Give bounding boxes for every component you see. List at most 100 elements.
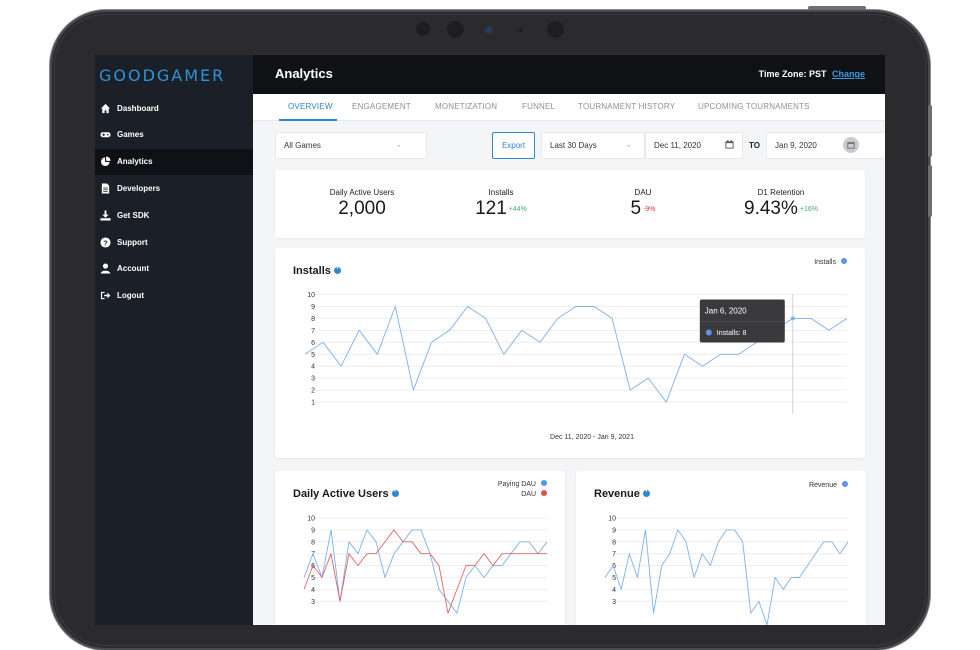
sidebar-item-dashboard[interactable]: Dashboard xyxy=(95,95,253,121)
y-tick-label: 7 xyxy=(311,328,315,335)
tab-upcoming-tournaments[interactable]: UPCOMING TOURNAMENTS xyxy=(698,102,810,111)
export-button[interactable]: Export xyxy=(492,132,535,159)
y-tick-label: 9 xyxy=(311,527,315,534)
kpi-label: Installs xyxy=(488,188,514,197)
calendar-icon[interactable] xyxy=(843,137,859,153)
y-tick-label: 3 xyxy=(612,599,616,606)
game-select-value: All Games xyxy=(284,141,321,150)
kpi-label: Daily Active Users xyxy=(329,188,395,197)
export-button-label: Export xyxy=(501,141,526,150)
y-tick-label: 5 xyxy=(311,352,315,359)
sidebar-item-get-sdk[interactable]: Get SDK xyxy=(95,202,253,228)
y-tick-label: 3 xyxy=(311,376,315,383)
sidebar-item-label: Account xyxy=(117,264,149,274)
y-tick-label: 10 xyxy=(307,516,315,523)
dau-chart-card: Daily Active Users Paying DAU DAU 345678… xyxy=(275,471,565,625)
sidebar-item-account[interactable]: Account xyxy=(95,256,253,282)
kpi-value: 121 xyxy=(475,198,507,219)
kpi-delta: +16% xyxy=(799,206,818,213)
y-tick-label: 8 xyxy=(311,539,315,546)
y-tick-label: 8 xyxy=(612,539,616,546)
tab-bar: OVERVIEW ENGAGEMENT MONETIZATION FUNNEL … xyxy=(253,94,885,121)
dau-line-chart[interactable]: 345678910 xyxy=(275,471,565,625)
document-icon xyxy=(99,182,111,194)
logo: GOODGAMER xyxy=(99,66,226,85)
download-icon xyxy=(99,209,111,221)
camera-dot xyxy=(519,28,523,32)
kpi-label: D1 Retention xyxy=(757,188,805,197)
end-date-field[interactable]: Jan 9, 2020 xyxy=(766,132,885,159)
revenue-line-chart[interactable]: 345678910 xyxy=(576,471,866,625)
sidebar-item-label: Analytics xyxy=(117,157,153,167)
kpi-value: 2,000 xyxy=(338,198,386,219)
kpi-delta: +44% xyxy=(508,206,527,213)
kpi-value: 9.43% xyxy=(744,198,798,219)
sidebar-item-label: Get SDK xyxy=(117,210,150,220)
tab-monetization[interactable]: MONETIZATION xyxy=(435,102,497,111)
to-label: TO xyxy=(749,141,760,150)
tooltip-legend-dot xyxy=(705,329,712,336)
camera-dot xyxy=(416,22,430,36)
kpi-delta: -9% xyxy=(643,206,656,213)
date-range-value: Last 30 Days xyxy=(550,141,597,150)
page-title: Analytics xyxy=(275,66,333,81)
y-tick-label: 8 xyxy=(311,316,315,323)
tooltip-date: Jan 6, 2020 xyxy=(705,307,747,316)
power-button xyxy=(808,6,866,10)
sidebar-item-logout[interactable]: Logout xyxy=(95,283,253,309)
y-tick-label: 2 xyxy=(311,388,315,395)
y-tick-label: 7 xyxy=(612,551,616,558)
y-tick-label: 3 xyxy=(311,599,315,606)
start-date-field[interactable]: Dec 11, 2020 xyxy=(645,132,743,159)
change-timezone-link[interactable]: Change xyxy=(832,69,865,79)
kpi-installs: Installs 121 +44% xyxy=(460,188,542,220)
top-bar: Analytics Time Zone: PST Change xyxy=(253,55,885,94)
kpi-daily-active-users: Daily Active Users 2,000 xyxy=(317,188,407,220)
y-tick-label: 10 xyxy=(608,516,616,523)
camera-dot xyxy=(547,21,564,38)
date-range-select[interactable]: Last 30 Days - xyxy=(541,132,645,159)
calendar-icon[interactable] xyxy=(725,140,734,151)
gamepad-icon xyxy=(99,129,111,141)
user-icon xyxy=(99,263,111,275)
y-tick-label: 4 xyxy=(311,364,315,371)
tab-tournament-history[interactable]: TOURNAMENT HISTORY xyxy=(578,102,675,111)
game-select[interactable]: All Games - xyxy=(275,132,427,159)
kpi-label: DAU xyxy=(634,188,652,197)
volume-up-button xyxy=(928,105,932,157)
y-tick-label: 9 xyxy=(311,304,315,311)
installs-chart-card: Installs Installs 12345678910Dec 11, 202… xyxy=(275,248,865,458)
installs-line-chart[interactable]: 1 2 3 4 5 6 7 8 9 10 Dec 11, 2020 - Jan 9, 2021 Jan… xyxy=(275,248,865,458)
sidebar-item-developers[interactable]: Developers xyxy=(95,175,253,201)
kpi-d1-retention: D1 Retention 9.43% +16% xyxy=(733,188,829,220)
end-date-value: Jan 9, 2020 xyxy=(775,141,817,150)
x-axis-label: Dec 11, 2020 - Jan 9, 2021 xyxy=(550,434,634,441)
tab-engagement[interactable]: ENGAGEMENT xyxy=(352,102,411,111)
chevron-down-icon: - xyxy=(397,141,400,150)
timezone-display: Time Zone: PST Change xyxy=(759,69,865,79)
kpi-dau: DAU 5 -9% xyxy=(610,188,676,220)
sidebar-item-label: Developers xyxy=(117,183,161,193)
y-tick-label: 1 xyxy=(311,400,315,407)
pie-chart-icon xyxy=(99,156,111,168)
camera-dot xyxy=(447,21,464,38)
tooltip-point xyxy=(790,316,795,321)
y-tick-label: 4 xyxy=(311,587,315,594)
kpi-value: 5 xyxy=(630,198,642,219)
tab-overview[interactable]: OVERVIEW xyxy=(288,102,333,111)
y-tick-label: 9 xyxy=(612,527,616,534)
svg-text:?: ? xyxy=(103,238,108,247)
sidebar-item-games[interactable]: Games xyxy=(95,122,253,148)
sidebar-item-support[interactable]: ? Support xyxy=(95,229,253,255)
sidebar: GOODGAMER Dashboard Games Analytics Develop… xyxy=(95,55,253,625)
home-icon xyxy=(99,102,111,114)
screen: GOODGAMER Dashboard Games Analytics Develop… xyxy=(95,55,885,625)
timezone-label: Time Zone: PST xyxy=(758,69,827,79)
sidebar-item-analytics[interactable]: Analytics xyxy=(95,148,253,175)
sidebar-item-label: Logout xyxy=(117,291,145,301)
y-tick-label: 10 xyxy=(307,292,315,299)
start-date-value: Dec 11, 2020 xyxy=(654,141,701,150)
tab-funnel[interactable]: FUNNEL xyxy=(522,102,555,111)
tooltip-value: Installs: 8 xyxy=(717,330,747,337)
camera-lens xyxy=(485,26,493,34)
